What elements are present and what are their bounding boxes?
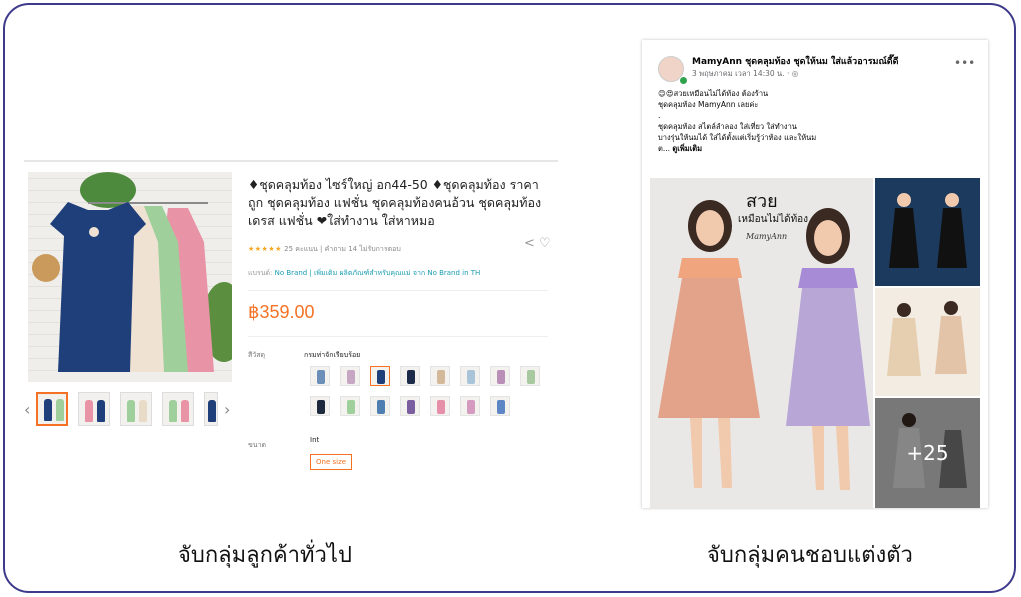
share-favorite-icons[interactable]: < ♡ xyxy=(524,236,551,251)
divider xyxy=(248,336,548,337)
top-divider xyxy=(24,160,558,162)
swatch[interactable] xyxy=(340,396,360,416)
swatch[interactable] xyxy=(310,366,330,386)
post-photo-2[interactable] xyxy=(875,178,980,286)
post-timestamp[interactable]: 3 พฤษภาคม เวลา 14:30 น. · ◎ xyxy=(692,68,798,80)
caption-right: จับกลุ่มคนชอบแต่งตัว xyxy=(707,543,913,568)
product-main-image[interactable] xyxy=(28,172,232,382)
brand-row: แบรนด์: No Brand | เพิ่มเติม ผลิตภัณฑ์สำ… xyxy=(248,268,480,279)
post-main-photo[interactable]: สวย เหมือนไม่ได้ท้อง MamyAnn xyxy=(650,178,873,508)
color-label: สีวัสดุ xyxy=(248,351,266,359)
swatch[interactable] xyxy=(430,396,450,416)
truncated-text: ต... xyxy=(658,144,671,153)
dress-photo xyxy=(889,193,967,268)
post-photo-4[interactable]: +25 xyxy=(875,398,980,508)
color-name: กรมท่าจักเรียบร้อย xyxy=(304,351,361,359)
product-page-screenshot: ‹ › ♦ชุดคลุมท้อง ไซร์ใหญ่ อก44-50 ♦ชุดคล… xyxy=(24,160,558,490)
thumbnail-5[interactable] xyxy=(204,392,218,426)
post-line: บางรุ่นให้นมได้ ใส่ได้ตั้งแต่เริ่มรู้ว่า… xyxy=(658,133,817,142)
page-name[interactable]: MamyAnn ชุดคลุมท้อง ชุดให้นม ใส่แล้วอารม… xyxy=(692,54,899,68)
thumbnail-3[interactable] xyxy=(120,392,152,426)
photo-headline: สวย xyxy=(746,191,778,212)
caption-left: จับกลุ่มลูกค้าทั่วไป xyxy=(178,543,352,568)
swatch[interactable] xyxy=(370,396,390,416)
post-photo-3[interactable] xyxy=(875,288,980,396)
more-options-icon[interactable]: ••• xyxy=(954,56,975,70)
thumbnail-2[interactable] xyxy=(78,392,110,426)
thumbnail-strip: ‹ › xyxy=(24,392,234,428)
dress-photo xyxy=(887,301,967,376)
size-value: Int xyxy=(310,436,320,444)
brand-link[interactable]: No Brand | เพิ่มเติม ผลิตภัณฑ์สำหรับคุณแ… xyxy=(275,269,481,277)
swatch[interactable] xyxy=(490,396,510,416)
divider xyxy=(248,290,548,291)
see-more-link[interactable]: ดูเพิ่มเติม xyxy=(672,144,702,153)
chevron-left-icon[interactable]: ‹ xyxy=(24,400,30,419)
size-label: ขนาด xyxy=(248,441,267,449)
swatch[interactable] xyxy=(340,366,360,386)
swatch-selected[interactable] xyxy=(370,366,390,386)
product-title: ♦ชุดคลุมท้อง ไซร์ใหญ่ อก44-50 ♦ชุดคลุมท้… xyxy=(248,177,542,228)
facebook-post-screenshot: MamyAnn ชุดคลุมท้อง ชุดให้นม ใส่แล้วอารม… xyxy=(642,40,988,508)
rating-stars: ★★★★★ xyxy=(248,245,282,253)
photo-brand: MamyAnn xyxy=(746,232,788,241)
swatch[interactable] xyxy=(310,396,330,416)
swatch[interactable] xyxy=(520,366,540,386)
swatch[interactable] xyxy=(460,366,480,386)
models-illustration xyxy=(658,200,870,490)
thumbnail-1[interactable] xyxy=(36,392,68,426)
photo-subheadline: เหมือนไม่ได้ท้อง xyxy=(738,214,809,225)
brand-prefix: แบรนด์: xyxy=(248,269,273,277)
post-line: ชุดคลุมท้อง MamyAnn เลยค่ะ xyxy=(658,100,759,109)
size-option-button[interactable]: One size xyxy=(310,454,353,470)
dress-illustration xyxy=(32,172,232,372)
swatch[interactable] xyxy=(430,366,450,386)
swatch[interactable] xyxy=(400,396,420,416)
swatch[interactable] xyxy=(400,366,420,386)
swatch[interactable] xyxy=(490,366,510,386)
post-line-last: ต... ดูเพิ่มเติม xyxy=(658,143,976,154)
swatch[interactable] xyxy=(460,396,480,416)
online-status-dot xyxy=(679,76,688,85)
post-line: 😊😍สวยเหมือนไม่ได้ท้อง ต้องร้าน xyxy=(658,89,769,98)
rating-text[interactable]: 25 คะแนน | คำถาม 14 ไม่รับการตอบ xyxy=(284,245,401,253)
post-line: ชุดคลุมท้อง สไตล์ลำลอง ใส่เที่ยว ใส่ทำงา… xyxy=(658,122,797,131)
post-text: 😊😍สวยเหมือนไม่ได้ท้อง ต้องร้าน ชุดคลุมท้… xyxy=(658,88,976,154)
rating-row: ★★★★★ 25 คะแนน | คำถาม 14 ไม่รับการตอบ xyxy=(248,244,401,255)
thumbnail-4[interactable] xyxy=(162,392,194,426)
more-photos-overlay[interactable]: +25 xyxy=(875,398,980,508)
post-line: . xyxy=(658,111,661,120)
product-price: ฿359.00 xyxy=(248,302,315,322)
chevron-right-icon[interactable]: › xyxy=(224,400,230,419)
